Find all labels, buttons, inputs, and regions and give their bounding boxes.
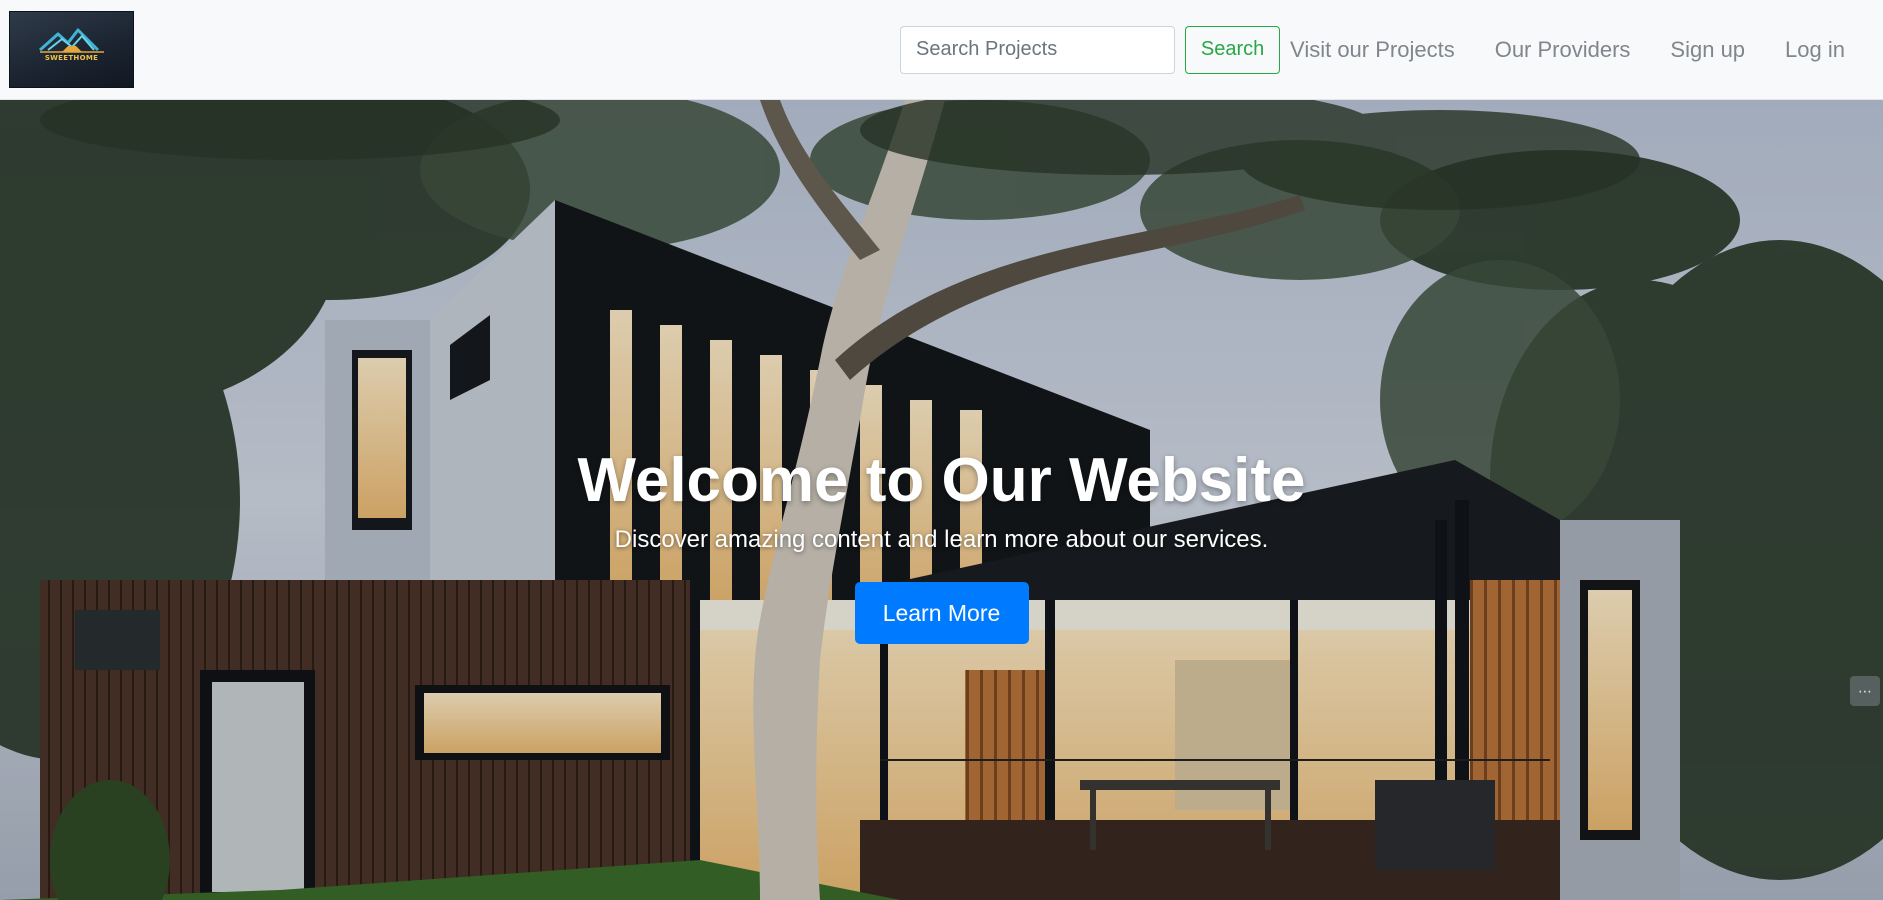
- nav-link-visit-projects[interactable]: Visit our Projects: [1290, 37, 1455, 63]
- search-input[interactable]: [900, 25, 1176, 74]
- hero-content: Welcome to Our Website Discover amazing …: [0, 446, 1883, 644]
- nav-link-our-providers[interactable]: Our Providers: [1495, 37, 1631, 63]
- chat-icon[interactable]: ⋯: [1850, 676, 1880, 706]
- brand-logo-text: SWEETHOME: [44, 54, 99, 62]
- hero-section: Welcome to Our Website Discover amazing …: [0, 100, 1883, 900]
- nav-links: Visit our Projects Our Providers Sign up…: [1290, 37, 1845, 63]
- brand-logo[interactable]: SWEETHOME: [9, 11, 134, 88]
- house-roof-icon: [39, 28, 104, 53]
- search-button[interactable]: Search: [1185, 25, 1281, 74]
- hero-title: Welcome to Our Website: [577, 446, 1306, 515]
- navbar: SWEETHOME Search Visit our Projects Our …: [0, 0, 1883, 100]
- nav-link-sign-up[interactable]: Sign up: [1670, 37, 1745, 63]
- search-form: Search: [900, 25, 1281, 74]
- nav-link-log-in[interactable]: Log in: [1785, 37, 1845, 63]
- nav-right: Search Visit our Projects Our Providers …: [900, 0, 1874, 99]
- learn-more-button[interactable]: Learn More: [854, 582, 1029, 644]
- hero-subtitle: Discover amazing content and learn more …: [614, 526, 1269, 553]
